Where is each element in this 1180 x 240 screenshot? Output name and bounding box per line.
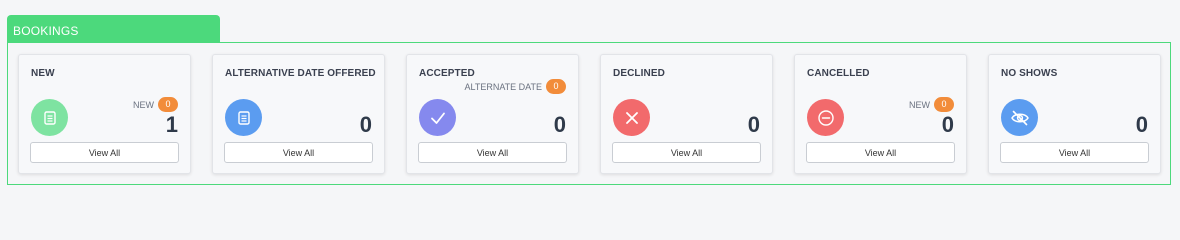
count-value: 0	[1135, 112, 1148, 137]
card-title: DECLINED	[613, 68, 665, 79]
section-title: BOOKINGS	[13, 24, 79, 38]
view-all-button[interactable]: View All	[418, 142, 567, 163]
card-no-shows: NO SHOWS 0 View All	[988, 54, 1161, 174]
view-all-button[interactable]: View All	[1000, 142, 1149, 163]
bookings-panel: NEW NEW 0 1 View All ALTERNATIVE DATE OF…	[7, 42, 1171, 185]
badge: 0	[546, 79, 566, 94]
card-title: NEW	[31, 68, 55, 79]
view-all-button[interactable]: View All	[806, 142, 955, 163]
card-title: ACCEPTED	[419, 68, 475, 79]
clipboard-icon	[225, 99, 262, 136]
badge: 0	[158, 97, 178, 112]
clipboard-icon	[31, 99, 68, 136]
view-all-button[interactable]: View All	[612, 142, 761, 163]
count-value: 0	[553, 112, 566, 137]
card-accepted: ACCEPTED ALTERNATE DATE 0 0 View All	[406, 54, 579, 174]
new-sub-label: NEW 0	[909, 97, 954, 112]
card-new: NEW NEW 0 1 View All	[18, 54, 191, 174]
sub-label-text: NEW	[133, 99, 154, 110]
count-value: 0	[941, 112, 954, 137]
count-value: 0	[359, 112, 372, 137]
count-value: 1	[165, 112, 178, 137]
eye-off-icon	[1001, 99, 1038, 136]
card-title: ALTERNATIVE DATE OFFERED	[225, 68, 376, 79]
card-cancelled: CANCELLED NEW 0 0 View All	[794, 54, 967, 174]
view-all-button[interactable]: View All	[224, 142, 373, 163]
card-alternative-date-offered: ALTERNATIVE DATE OFFERED 0 View All	[212, 54, 385, 174]
badge: 0	[934, 97, 954, 112]
count-value: 0	[747, 112, 760, 137]
sub-label-text: NEW	[909, 99, 930, 110]
minus-circle-icon	[807, 99, 844, 136]
view-all-button[interactable]: View All	[30, 142, 179, 163]
alternate-date-sub-label: ALTERNATE DATE 0	[464, 79, 566, 94]
sub-label-text: ALTERNATE DATE	[464, 81, 542, 92]
new-sub-label: NEW 0	[133, 97, 178, 112]
bookings-section-tab: BOOKINGS	[7, 15, 220, 43]
card-title: CANCELLED	[807, 68, 870, 79]
close-icon	[613, 99, 650, 136]
check-icon	[419, 99, 456, 136]
card-title: NO SHOWS	[1001, 68, 1058, 79]
card-declined: DECLINED 0 View All	[600, 54, 773, 174]
